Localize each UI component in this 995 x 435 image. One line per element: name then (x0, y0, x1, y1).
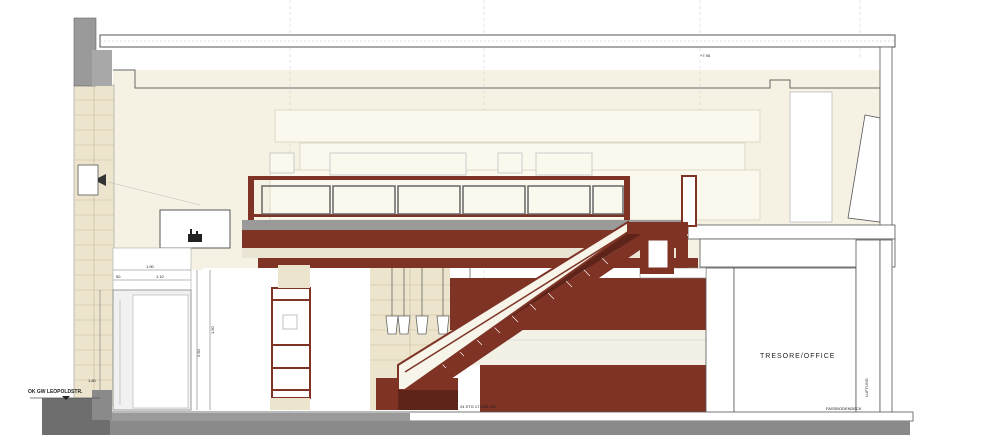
mezzanine-underside (258, 258, 698, 268)
level-mark: +7.95 (700, 53, 711, 58)
upper-shelf-1 (274, 109, 761, 143)
architectural-section-svg: +7.95 1.90 50 1.10 1.50 2.50 1.80 24 STG… (28, 0, 914, 435)
display-shelf-unit (271, 287, 311, 399)
dim-1: 1.90 (146, 264, 155, 269)
chair-3 (497, 152, 523, 174)
dim-2: 50 (116, 274, 121, 279)
door-leaf (132, 294, 189, 409)
display-icon (188, 234, 202, 242)
section-drawing: +7.95 1.90 50 1.10 1.50 2.50 1.80 24 STG… (0, 0, 995, 435)
stair-landing (628, 222, 688, 234)
stair-bottom (398, 390, 458, 410)
landing-post (681, 175, 697, 227)
lift-label: LUFTUNG (864, 378, 869, 397)
chair-1 (269, 152, 295, 174)
dim-5: 2.50 (196, 348, 201, 357)
chimney-cap (92, 50, 112, 86)
right-wall (879, 46, 893, 228)
right-window (789, 91, 833, 223)
floor-note: FASSBODENDECK (826, 406, 862, 411)
chair-4 (535, 152, 593, 176)
right-slab (687, 224, 896, 240)
speaker-box (77, 164, 99, 196)
street-level-label: OK GW LEOPOLDSTR. (28, 389, 83, 395)
ground-base (110, 421, 910, 435)
office-room (733, 267, 857, 414)
dim-4: 1.50 (210, 325, 215, 334)
office-label: TRESORE/OFFICE (760, 353, 835, 360)
brown-panel-lower (480, 365, 706, 412)
dim-3: 1.10 (156, 274, 165, 279)
dim-6: 1.80 (88, 378, 97, 383)
chair-2 (329, 152, 467, 176)
stair-note: 24 STG 17.5/26 CM (460, 404, 496, 409)
display-box (159, 209, 231, 249)
